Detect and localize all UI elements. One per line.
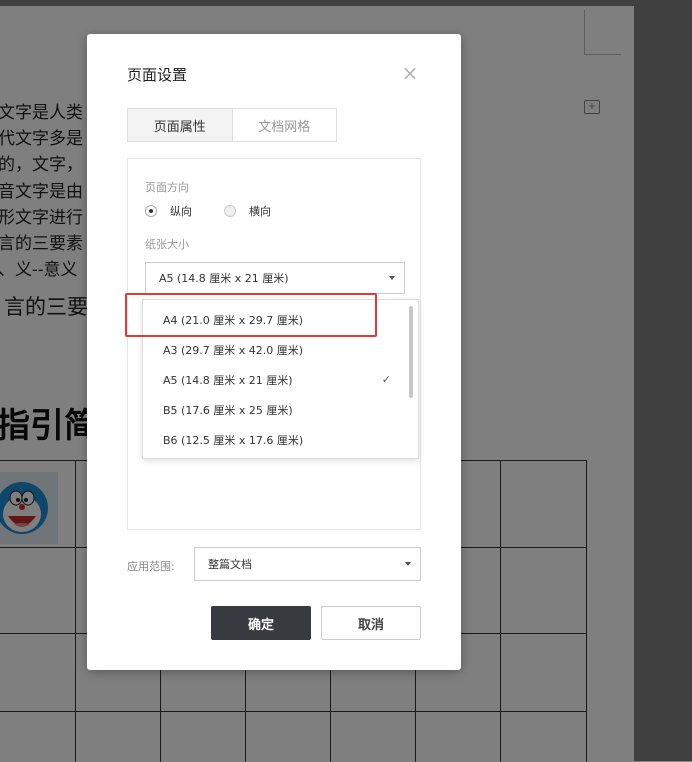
page-setup-dialog: 页面设置 × 页面属性 文档网格 页面方向 纵向 横向 纸张大小 A5 (14.… [87,34,461,670]
paper-size-label: 纸张大小 [145,238,189,251]
apply-scope-select[interactable]: 整篇文档 [194,547,421,581]
dialog-tabs: 页面属性 文档网格 [127,108,337,142]
landscape-label[interactable]: 横向 [249,203,271,219]
dialog-title: 页面设置 [127,66,188,84]
paper-size-selected: A5 (14.8 厘米 x 21 厘米) [159,272,289,285]
chevron-down-icon [389,276,395,280]
paper-option-b6[interactable]: B6 (12.5 厘米 x 17.6 厘米) [143,425,405,455]
paper-option-b5[interactable]: B5 (17.6 厘米 x 25 厘米) [143,395,405,425]
tab-document-grid[interactable]: 文档网格 [233,109,337,141]
option-label: B5 (17.6 厘米 x 25 厘米) [163,404,293,417]
option-label: A5 (14.8 厘米 x 21 厘米) [163,374,293,387]
apply-scope-selected: 整篇文档 [208,558,252,571]
orientation-label: 页面方向 [145,181,189,194]
close-icon[interactable]: × [401,63,419,83]
dropdown-scrollbar[interactable] [409,306,413,398]
portrait-radio[interactable] [145,205,157,217]
annotation-highlight-box [125,293,377,337]
portrait-label[interactable]: 纵向 [170,203,192,219]
ok-button[interactable]: 确定 [211,606,311,640]
apply-scope-label: 应用范围: [127,560,175,573]
orientation-options: 纵向 横向 [145,203,303,219]
paper-option-a3[interactable]: A3 (29.7 厘米 x 42.0 厘米) [143,335,405,365]
option-label: B6 (12.5 厘米 x 17.6 厘米) [163,434,304,447]
landscape-radio[interactable] [224,205,236,217]
cancel-button[interactable]: 取消 [321,606,421,640]
check-icon: ✓ [381,373,391,386]
chevron-down-icon [405,562,411,566]
option-label: A3 (29.7 厘米 x 42.0 厘米) [163,344,304,357]
tab-page-properties[interactable]: 页面属性 [128,109,233,141]
paper-size-select[interactable]: A5 (14.8 厘米 x 21 厘米) [145,262,405,294]
paper-option-a5[interactable]: A5 (14.8 厘米 x 21 厘米) ✓ [143,365,405,395]
